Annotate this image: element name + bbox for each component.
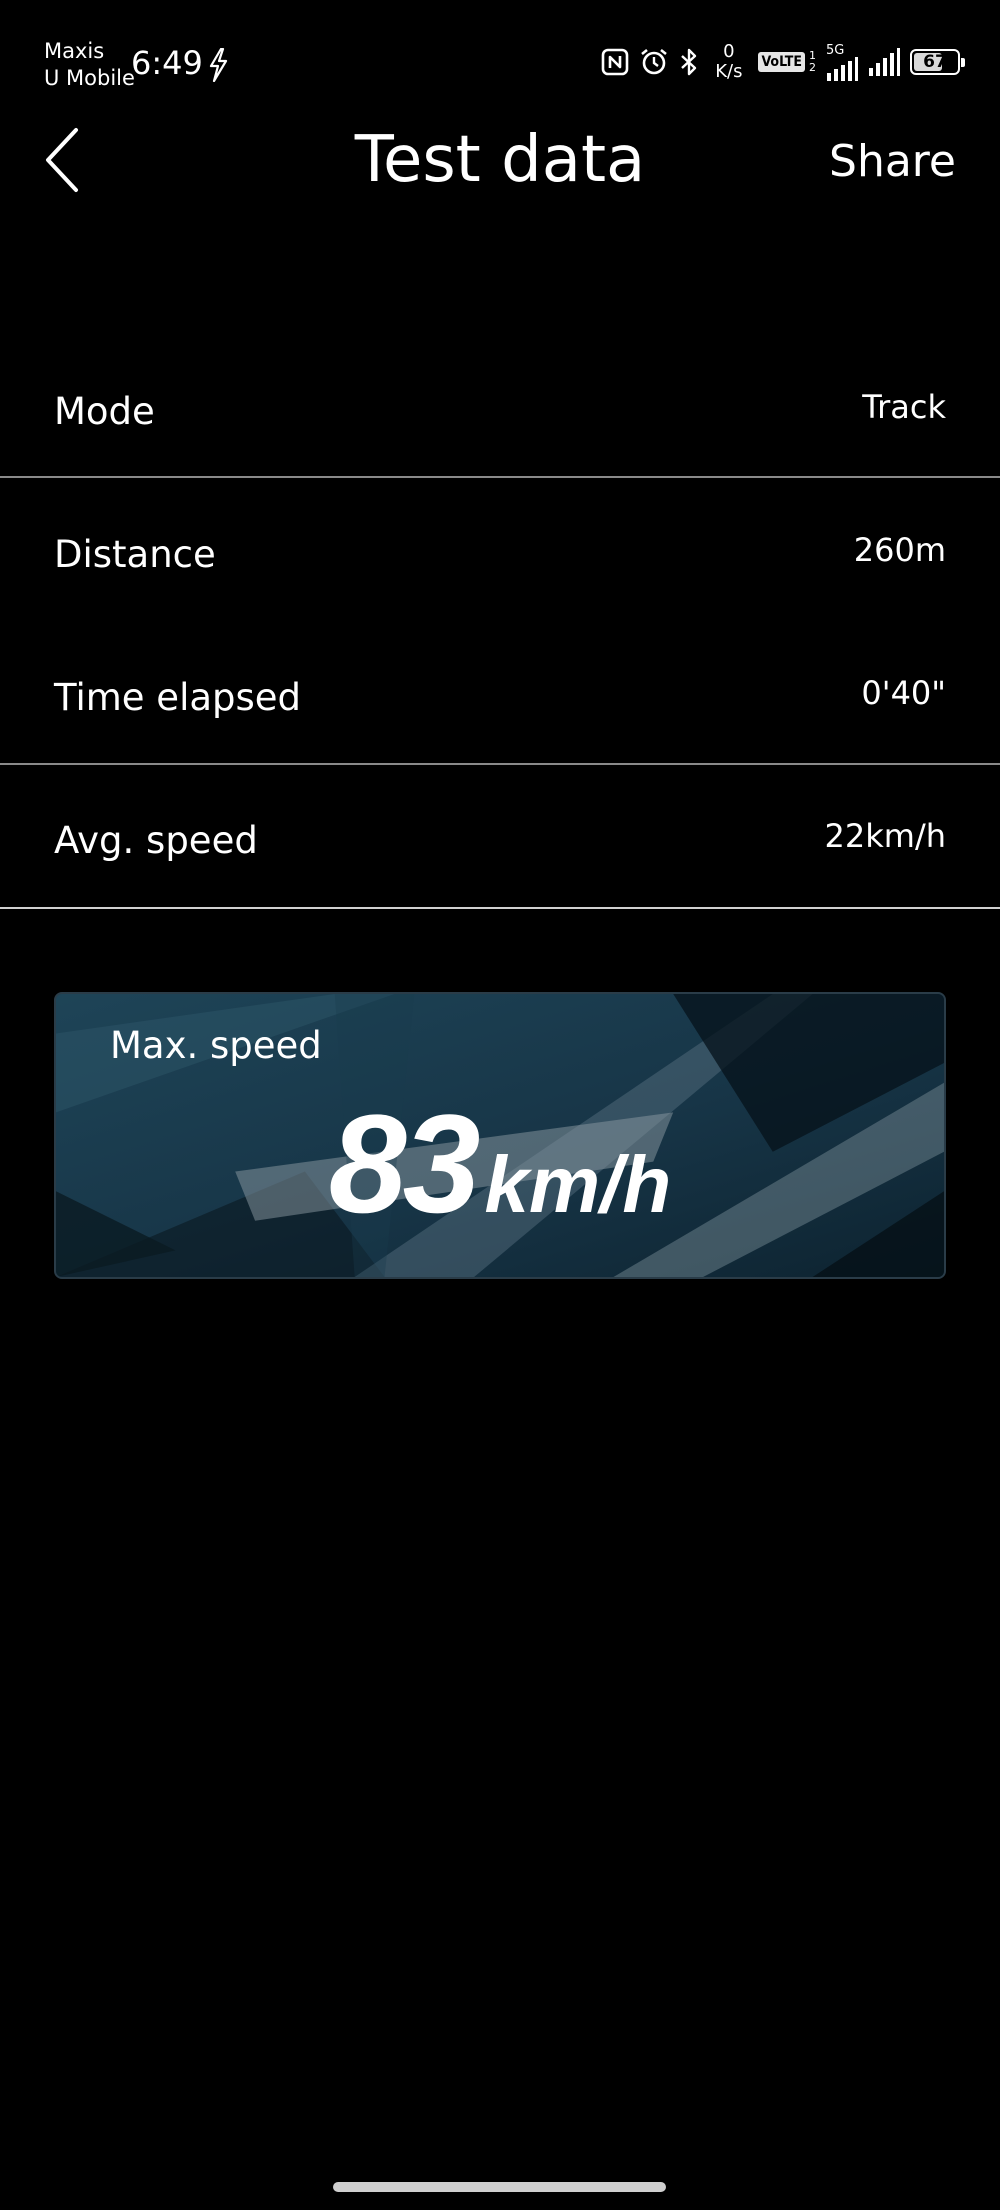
max-speed-readout: 83 km/h — [56, 1094, 944, 1234]
row-value: 0'40" — [861, 674, 946, 712]
share-button[interactable]: Share — [829, 136, 956, 188]
network-type-label: 5G — [826, 42, 845, 58]
row-mode: Mode Track — [0, 350, 1000, 493]
status-bar: Maxis U Mobile 6:49 0 K/s VoLTE 1 2 5G 6… — [0, 0, 1000, 110]
volte-badge: VoLTE — [758, 52, 805, 72]
network-speed: 0 K/s — [715, 42, 742, 82]
sim-numbers: 1 2 — [809, 50, 816, 74]
bluetooth-icon — [681, 48, 697, 76]
network-speed-value: 0 — [723, 41, 735, 62]
test-data-list: Mode Track Distance 260m Time elapsed 0'… — [0, 350, 1000, 922]
carrier-line-2: U Mobile — [44, 66, 135, 90]
network-speed-unit: K/s — [715, 61, 743, 82]
carrier-label: Maxis U Mobile — [44, 38, 135, 92]
row-value: 22km/h — [824, 817, 946, 855]
divider — [0, 907, 1000, 909]
nfc-icon — [601, 48, 629, 76]
divider — [0, 476, 1000, 478]
status-icons: 0 K/s VoLTE 1 2 5G 67 — [601, 42, 965, 82]
row-label: Distance — [54, 533, 216, 576]
max-speed-unit: km/h — [484, 1140, 672, 1229]
row-distance: Distance 260m — [0, 493, 1000, 636]
home-indicator[interactable] — [333, 2182, 666, 2192]
alarm-icon — [641, 48, 668, 75]
row-time-elapsed: Time elapsed 0'40" — [0, 636, 1000, 779]
carrier-line-1: Maxis — [44, 39, 105, 63]
app-header: Test data Share — [0, 110, 1000, 210]
max-speed-label: Max. speed — [110, 1024, 322, 1067]
row-value: 260m — [853, 531, 946, 569]
signal-icon — [869, 48, 900, 76]
clock: 6:49 — [131, 44, 203, 82]
signal-icon — [827, 56, 858, 81]
row-value: Track — [862, 388, 946, 426]
row-label: Avg. speed — [54, 819, 258, 862]
divider — [0, 763, 1000, 765]
charging-bolt-icon — [209, 48, 228, 82]
row-label: Time elapsed — [54, 676, 302, 719]
max-speed-card: Max. speed 83 km/h — [54, 992, 946, 1279]
row-avg-speed: Avg. speed 22km/h — [0, 779, 1000, 922]
max-speed-value: 83 — [328, 1085, 481, 1242]
battery-level: 67 — [923, 52, 947, 72]
sim2-label: 2 — [809, 61, 816, 74]
battery-icon: 67 — [910, 49, 965, 75]
row-label: Mode — [54, 390, 155, 433]
